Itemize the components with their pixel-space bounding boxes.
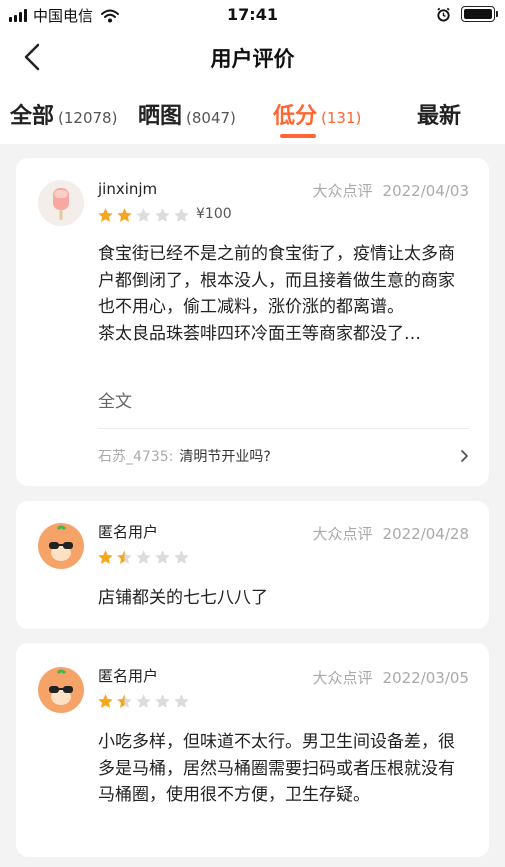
expand-full-text-link[interactable]: 全文 — [98, 387, 132, 412]
star-empty-icon — [174, 550, 189, 564]
star-filled-icon — [98, 550, 113, 564]
star-empty-icon — [174, 208, 189, 222]
star-empty-icon — [155, 694, 170, 708]
tab-label: 最新 — [417, 104, 462, 129]
filter-tabs: 全部 (12078) 晒图 (8047) 低分 (131) 最新 — [0, 86, 505, 144]
orange-sunglasses-avatar-icon — [45, 525, 77, 564]
popsicle-avatar-icon — [53, 188, 69, 220]
review-card[interactable]: 匿名用户 大众点评 2022/04/28 店铺都关的七七八八了 — [16, 501, 489, 629]
review-source: 大众点评 — [312, 669, 373, 687]
tab-label: 全部 — [10, 104, 55, 129]
tab-all[interactable]: 全部 (12078) — [10, 98, 117, 130]
active-tab-indicator — [280, 134, 316, 138]
nav-header: 用户评价 — [0, 30, 505, 86]
star-filled-icon — [117, 208, 132, 222]
review-date: 2022/03/05 — [382, 669, 469, 687]
tab-latest[interactable]: 最新 — [417, 98, 461, 130]
star-filled-icon — [98, 208, 113, 222]
review-source: 大众点评 — [312, 182, 373, 200]
page-title: 用户评价 — [210, 47, 295, 71]
review-date: 2022/04/03 — [382, 182, 469, 200]
review-text-body: 食宝街已经不是之前的食宝街了，疫情让太多商户都倒闭了，根本没人，而且接着做生意的… — [98, 244, 455, 317]
star-empty-icon — [136, 550, 151, 564]
star-empty-icon — [136, 208, 151, 222]
star-rating — [97, 207, 190, 224]
review-card[interactable]: jinxinjm 大众点评 2022/04/03 ¥100 食宝街已经不是之前的食… — [16, 158, 489, 486]
tab-count: (131) — [321, 109, 362, 127]
alarm-icon — [437, 7, 450, 22]
star-empty-icon — [155, 208, 170, 222]
price-per-person: ¥100 — [196, 206, 232, 222]
star-rating — [97, 693, 190, 710]
reviewer-name[interactable]: 匿名用户 — [98, 521, 158, 542]
status-bar: 中国电信 17:41 — [0, 0, 505, 30]
review-meta: 大众点评 2022/04/03 — [313, 180, 469, 201]
review-card[interactable]: 匿名用户 大众点评 2022/03/05 小吃多样，但味道不太行。男卫生间设备差，… — [16, 643, 489, 857]
star-empty-icon — [155, 550, 170, 564]
star-filled-icon — [98, 694, 113, 708]
question-text: 清明节开业吗? — [179, 449, 271, 465]
star-empty-icon — [136, 694, 151, 708]
avatar[interactable] — [38, 667, 84, 713]
chevron-right-icon — [461, 450, 468, 462]
review-meta: 大众点评 2022/03/05 — [313, 667, 469, 688]
status-time: 17:41 — [227, 5, 278, 24]
star-rating — [97, 549, 190, 566]
question-user: 石苏_4735: — [98, 449, 174, 465]
review-date: 2022/04/28 — [382, 525, 469, 543]
review-text: 店铺都关的七七八八了 — [98, 588, 268, 608]
avatar[interactable] — [38, 523, 84, 569]
question-row[interactable]: 石苏_4735: 清明节开业吗? — [98, 446, 469, 466]
tab-count: (8047) — [186, 109, 236, 127]
orange-sunglasses-avatar-icon — [45, 669, 77, 708]
tab-count: (12078) — [58, 109, 118, 127]
review-source: 大众点评 — [312, 525, 373, 543]
reviewer-name[interactable]: 匿名用户 — [98, 665, 158, 686]
tab-low-score[interactable]: 低分 (131) — [273, 98, 361, 130]
reviewer-name[interactable]: jinxinjm — [98, 180, 157, 198]
review-meta: 大众点评 2022/04/28 — [313, 523, 469, 544]
star-empty-icon — [174, 694, 189, 708]
review-text: 小吃多样，但味道不太行。男卫生间设备差，很多是马桶，居然马桶圈需要扫码或者压根就… — [98, 732, 455, 805]
review-text-body: 茶太良品珠荟啡四环冷面王等商家都没了… — [98, 323, 421, 344]
star-half-icon — [117, 550, 132, 564]
review-text: 食宝街已经不是之前的食宝街了，疫情让太多商户都倒闭了，根本没人，而且接着做生意的… — [98, 241, 467, 347]
avatar[interactable] — [38, 180, 84, 226]
battery-icon — [461, 6, 498, 22]
divider — [98, 428, 469, 429]
tab-photos[interactable]: 晒图 (8047) — [138, 98, 236, 130]
tab-label: 低分 — [273, 104, 318, 129]
star-half-icon — [117, 694, 132, 708]
tab-label: 晒图 — [138, 104, 183, 129]
